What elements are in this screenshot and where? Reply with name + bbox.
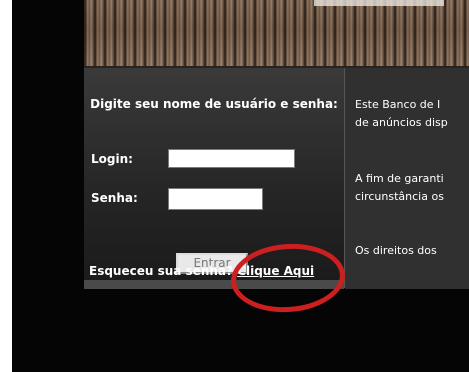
info-text-line: circunstância os: [355, 190, 444, 203]
password-label: Senha:: [91, 191, 138, 205]
info-text-line: Este Banco de I: [355, 98, 441, 111]
info-text-line: A fim de garanti: [355, 172, 444, 185]
header-banner-image: [84, 0, 469, 66]
login-prompt: Digite seu nome de usuário e senha:: [90, 97, 338, 111]
login-label: Login:: [91, 152, 133, 166]
info-text-line: de anúncios disp: [355, 116, 448, 129]
info-panel: Este Banco de I de anúncios disp A fim d…: [345, 68, 469, 289]
forgot-password-text: Esqueceu sua senha?: [89, 264, 238, 278]
login-input[interactable]: [168, 149, 295, 168]
info-text-line: Os direitos dos: [355, 244, 437, 257]
password-input[interactable]: [168, 188, 263, 210]
